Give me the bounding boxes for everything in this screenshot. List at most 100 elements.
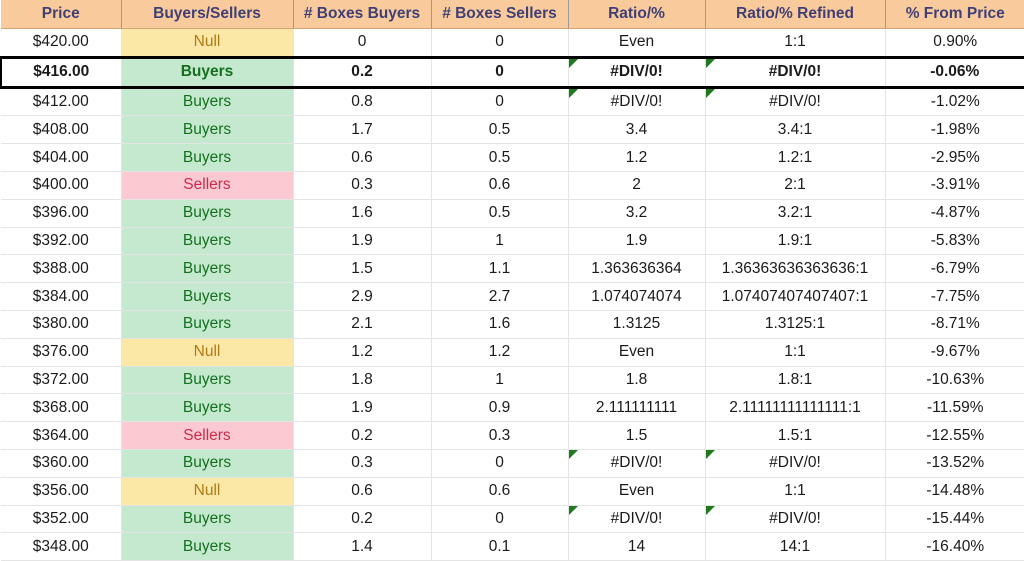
- column-header-price[interactable]: Price: [1, 0, 122, 29]
- cell-buyers-sellers[interactable]: Null: [121, 338, 294, 367]
- cell-ratio-pct[interactable]: #DIV/0!: [568, 505, 706, 534]
- cell-price[interactable]: $404.00: [1, 143, 122, 172]
- cell-boxes-buyers[interactable]: 1.9: [293, 227, 432, 256]
- cell-price[interactable]: $380.00: [1, 310, 122, 339]
- cell-pct-from-price[interactable]: -1.02%: [885, 87, 1024, 117]
- cell-buyers-sellers[interactable]: Buyers: [121, 254, 294, 284]
- cell-pct-from-price[interactable]: -12.55%: [885, 421, 1024, 450]
- cell-pct-from-price[interactable]: 0.90%: [885, 28, 1024, 58]
- cell-ratio-pct-refined[interactable]: 1.5:1: [705, 421, 886, 450]
- table-row[interactable]: $364.00 Sellers 0.2 0.3 1.5 1.5:1 -12.55%: [1, 421, 1024, 450]
- cell-buyers-sellers[interactable]: Buyers: [121, 87, 294, 117]
- cell-buyers-sellers[interactable]: Buyers: [121, 55, 294, 89]
- table-row[interactable]: $388.00 Buyers 1.5 1.1 1.363636364 1.36363636…: [1, 254, 1024, 284]
- cell-boxes-buyers[interactable]: 1.8: [293, 366, 432, 395]
- cell-price[interactable]: $396.00: [1, 199, 122, 228]
- table-row[interactable]: $356.00 Null 0.6 0.6 Even 1:1 -14.48%: [1, 477, 1024, 506]
- cell-pct-from-price[interactable]: -4.87%: [885, 199, 1024, 228]
- cell-ratio-pct-refined[interactable]: #DIV/0!: [705, 505, 886, 534]
- cell-ratio-pct-refined[interactable]: 1.8:1: [705, 366, 886, 395]
- cell-ratio-pct[interactable]: 14: [568, 532, 706, 561]
- cell-buyers-sellers[interactable]: Buyers: [121, 532, 294, 561]
- cell-ratio-pct[interactable]: Even: [568, 338, 706, 367]
- table-row[interactable]: $392.00 Buyers 1.9 1 1.9 1.9:1 -5.83%: [1, 227, 1024, 256]
- cell-buyers-sellers[interactable]: Null: [121, 28, 294, 58]
- cell-pct-from-price[interactable]: -8.71%: [885, 310, 1024, 339]
- cell-buyers-sellers[interactable]: Null: [121, 477, 294, 506]
- cell-pct-from-price[interactable]: -3.91%: [885, 171, 1024, 200]
- cell-price[interactable]: $352.00: [1, 505, 122, 534]
- cell-price[interactable]: $348.00: [1, 532, 122, 561]
- cell-pct-from-price[interactable]: -2.95%: [885, 143, 1024, 172]
- table-row[interactable]: $412.00 Buyers 0.8 0 #DIV/0! #DIV/0! -1.02%: [1, 87, 1024, 117]
- cell-boxes-buyers[interactable]: 1.5: [293, 254, 432, 284]
- column-header-boxes_buy[interactable]: # Boxes Buyers: [293, 0, 432, 29]
- table-row[interactable]: $416.00 Buyers 0.2 0 #DIV/0! #DIV/0! -0.06%: [0, 55, 1024, 89]
- cell-boxes-sellers[interactable]: 0: [431, 55, 569, 89]
- column-header-signal[interactable]: Buyers/Sellers: [121, 0, 294, 29]
- cell-ratio-pct-refined[interactable]: 1.9:1: [705, 227, 886, 256]
- cell-ratio-pct-refined[interactable]: 1.36363636363636:1: [705, 254, 886, 284]
- table-row[interactable]: $348.00 Buyers 1.4 0.1 14 14:1 -16.40%: [1, 532, 1024, 561]
- cell-ratio-pct[interactable]: #DIV/0!: [568, 87, 706, 117]
- cell-price[interactable]: $364.00: [1, 421, 122, 450]
- cell-ratio-pct[interactable]: Even: [568, 28, 706, 58]
- cell-boxes-buyers[interactable]: 0.6: [293, 477, 432, 506]
- cell-boxes-sellers[interactable]: 0: [431, 28, 569, 58]
- cell-ratio-pct-refined[interactable]: 3.2:1: [705, 199, 886, 228]
- cell-ratio-pct[interactable]: 2: [568, 171, 706, 200]
- cell-buyers-sellers[interactable]: Buyers: [121, 310, 294, 339]
- table-row[interactable]: $404.00 Buyers 0.6 0.5 1.2 1.2:1 -2.95%: [1, 143, 1024, 172]
- cell-ratio-pct[interactable]: #DIV/0!: [568, 55, 706, 89]
- column-header-ratio_ref[interactable]: Ratio/% Refined: [705, 0, 886, 29]
- table-row[interactable]: $368.00 Buyers 1.9 0.9 2.111111111 2.11111111…: [1, 393, 1024, 423]
- cell-ratio-pct[interactable]: #DIV/0!: [568, 449, 706, 478]
- cell-pct-from-price[interactable]: -9.67%: [885, 338, 1024, 367]
- cell-boxes-buyers[interactable]: 0.8: [293, 87, 432, 117]
- cell-pct-from-price[interactable]: -5.83%: [885, 227, 1024, 256]
- cell-boxes-buyers[interactable]: 1.6: [293, 199, 432, 228]
- cell-price[interactable]: $376.00: [1, 338, 122, 367]
- table-row[interactable]: $372.00 Buyers 1.8 1 1.8 1.8:1 -10.63%: [1, 366, 1024, 395]
- cell-buyers-sellers[interactable]: Buyers: [121, 366, 294, 395]
- cell-buyers-sellers[interactable]: Buyers: [121, 199, 294, 228]
- cell-pct-from-price[interactable]: -6.79%: [885, 254, 1024, 284]
- cell-ratio-pct[interactable]: 1.8: [568, 366, 706, 395]
- cell-boxes-buyers[interactable]: 0.3: [293, 449, 432, 478]
- cell-price[interactable]: $412.00: [1, 87, 122, 117]
- cell-price[interactable]: $420.00: [1, 28, 122, 58]
- table-row[interactable]: $400.00 Sellers 0.3 0.6 2 2:1 -3.91%: [1, 171, 1024, 200]
- cell-ratio-pct-refined[interactable]: #DIV/0!: [705, 449, 886, 478]
- cell-price[interactable]: $372.00: [1, 366, 122, 395]
- cell-buyers-sellers[interactable]: Buyers: [121, 227, 294, 256]
- cell-boxes-buyers[interactable]: 0.3: [293, 171, 432, 200]
- cell-boxes-sellers[interactable]: 1: [431, 366, 569, 395]
- cell-boxes-buyers[interactable]: 0.2: [293, 55, 432, 89]
- cell-boxes-buyers[interactable]: 1.4: [293, 532, 432, 561]
- cell-boxes-sellers[interactable]: 0.6: [431, 171, 569, 200]
- cell-buyers-sellers[interactable]: Buyers: [121, 143, 294, 172]
- cell-boxes-sellers[interactable]: 1: [431, 227, 569, 256]
- cell-boxes-sellers[interactable]: 0.3: [431, 421, 569, 450]
- cell-ratio-pct[interactable]: 3.4: [568, 115, 706, 145]
- cell-boxes-sellers[interactable]: 0: [431, 87, 569, 117]
- cell-ratio-pct-refined[interactable]: 1.07407407407407:1: [705, 282, 886, 311]
- cell-price[interactable]: $388.00: [1, 254, 122, 284]
- cell-pct-from-price[interactable]: -7.75%: [885, 282, 1024, 311]
- cell-buyers-sellers[interactable]: Buyers: [121, 505, 294, 534]
- table-row[interactable]: $360.00 Buyers 0.3 0 #DIV/0! #DIV/0! -13.52%: [1, 449, 1024, 478]
- column-header-boxes_sell[interactable]: # Boxes Sellers: [431, 0, 569, 29]
- cell-boxes-sellers[interactable]: 0.9: [431, 393, 569, 423]
- cell-price[interactable]: $368.00: [1, 393, 122, 423]
- cell-ratio-pct[interactable]: 1.2: [568, 143, 706, 172]
- cell-ratio-pct-refined[interactable]: #DIV/0!: [705, 55, 886, 89]
- cell-boxes-buyers[interactable]: 1.7: [293, 115, 432, 145]
- cell-ratio-pct[interactable]: 1.363636364: [568, 254, 706, 284]
- cell-boxes-sellers[interactable]: 0.5: [431, 143, 569, 172]
- cell-boxes-buyers[interactable]: 1.2: [293, 338, 432, 367]
- cell-ratio-pct-refined[interactable]: #DIV/0!: [705, 87, 886, 117]
- cell-buyers-sellers[interactable]: Buyers: [121, 115, 294, 145]
- cell-ratio-pct[interactable]: 2.111111111: [568, 393, 706, 423]
- cell-buyers-sellers[interactable]: Buyers: [121, 282, 294, 311]
- cell-ratio-pct-refined[interactable]: 14:1: [705, 532, 886, 561]
